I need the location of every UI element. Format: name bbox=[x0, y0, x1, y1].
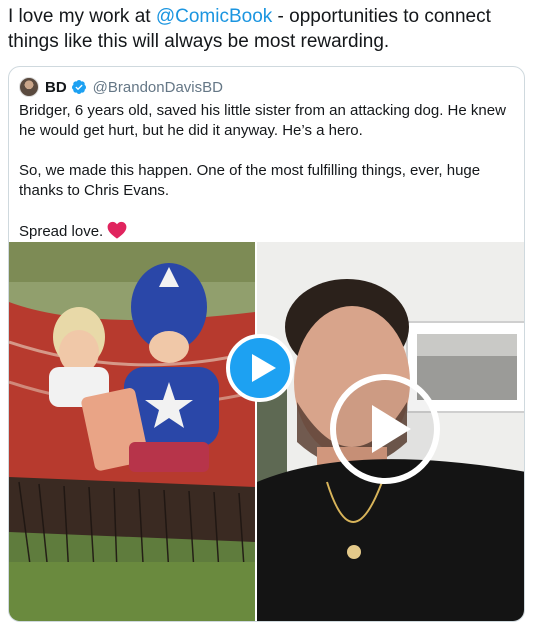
video-thumbnail-left[interactable] bbox=[9, 242, 255, 621]
quoted-paragraph-2: So, we made this happen. One of the most… bbox=[19, 162, 481, 199]
quoted-tweet-header: BD @BrandonDavisBD bbox=[19, 77, 223, 97]
heart-icon bbox=[107, 221, 127, 239]
spread-love-text: Spread love. bbox=[19, 223, 104, 240]
quoted-paragraph-1: Bridger, 6 years old, saved his little s… bbox=[19, 102, 506, 139]
media-container[interactable] bbox=[9, 242, 524, 621]
verified-badge-icon bbox=[71, 80, 86, 94]
tweet-text-before: I love my work at bbox=[8, 6, 156, 27]
mention-link[interactable]: @ComicBook bbox=[156, 6, 272, 27]
video-play-overlay-icon[interactable] bbox=[329, 373, 441, 485]
play-icon[interactable] bbox=[225, 333, 295, 403]
tweet-text: I love my work at @ComicBook - opportuni… bbox=[8, 4, 528, 54]
quoted-tweet-body: Bridger, 6 years old, saved his little s… bbox=[19, 101, 514, 242]
display-name[interactable]: BD bbox=[45, 79, 67, 96]
handle[interactable]: @BrandonDavisBD bbox=[93, 79, 223, 96]
child-superhero-photo bbox=[9, 242, 255, 621]
avatar[interactable] bbox=[19, 77, 39, 97]
quoted-paragraph-3: Spread love. bbox=[19, 221, 514, 242]
